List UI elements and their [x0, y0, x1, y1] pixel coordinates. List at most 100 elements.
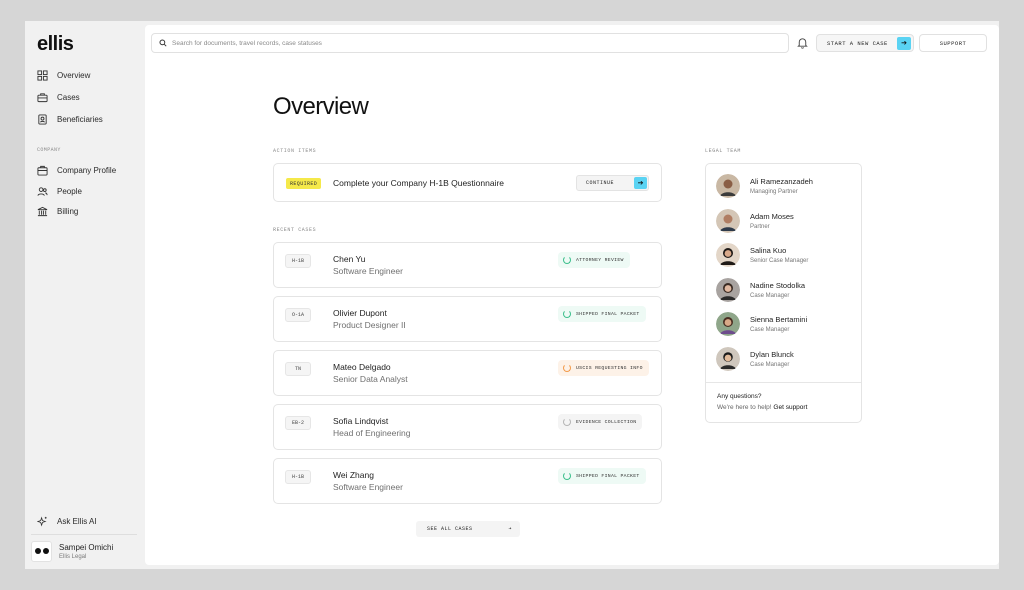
status-badge: ATTORNEY REVIEW: [558, 252, 630, 268]
bank-icon: [36, 205, 48, 217]
member-name: Nadine Stodolka: [750, 281, 806, 290]
divider: [706, 382, 861, 383]
section-label-recent-cases: RECENT CASES: [273, 227, 317, 233]
visa-type-badge: H-1B: [285, 254, 311, 268]
arrow-right-icon: ➔: [508, 526, 512, 532]
avatar: [31, 540, 52, 562]
avatar: [716, 347, 740, 371]
avatar: [716, 209, 740, 233]
app-window: ellis Overview Cases Beneficiaries COMPA…: [25, 21, 999, 569]
member-role: Case Manager: [750, 327, 790, 333]
visa-type-badge: EB-2: [285, 416, 311, 430]
avatar: [716, 278, 740, 302]
sidebar-item-people[interactable]: People: [36, 183, 82, 199]
team-member[interactable]: Salina Kuo Senior Case Manager: [716, 242, 808, 268]
grid-icon: [36, 69, 48, 81]
help-text: We're here to help! Get support: [717, 404, 808, 411]
case-role: Software Engineer: [333, 266, 403, 276]
status-badge: SHIPPED FINAL PACKET: [558, 306, 646, 322]
avatar: [716, 243, 740, 267]
member-role: Case Manager: [750, 293, 790, 299]
user-profile[interactable]: Sampei Omichi Ellis Legal: [31, 539, 141, 563]
page-title: Overview: [273, 93, 369, 120]
case-role: Head of Engineering: [333, 428, 411, 438]
sidebar-item-label: People: [57, 186, 82, 196]
required-badge: REQUIRED: [286, 178, 322, 189]
status-ring-icon: [563, 256, 571, 264]
bell-icon[interactable]: [796, 36, 809, 49]
member-name: Dylan Blunck: [750, 350, 794, 359]
member-role: Case Manager: [750, 362, 790, 368]
case-role: Senior Data Analyst: [333, 374, 408, 384]
visa-type-badge: TN: [285, 362, 311, 376]
status-ring-icon: [563, 364, 571, 372]
arrow-right-icon: ➔: [897, 36, 911, 50]
support-button[interactable]: SUPPORT: [919, 34, 987, 52]
sidebar-item-label: Beneficiaries: [57, 114, 103, 124]
user-org: Ellis Legal: [59, 553, 87, 560]
continue-button[interactable]: CONTINUE ➔: [576, 175, 649, 191]
search-input[interactable]: [172, 39, 772, 47]
sidebar-section-company: COMPANY: [37, 147, 61, 153]
sidebar-item-overview[interactable]: Overview: [36, 67, 90, 83]
search-icon: [159, 39, 167, 47]
member-role: Senior Case Manager: [750, 258, 809, 264]
status-badge: EVIDENCE COLLECTION: [558, 414, 643, 430]
case-name: Chen Yu: [333, 254, 366, 264]
case-card[interactable]: H-1B Chen Yu Software Engineer ATTORNEY …: [273, 242, 662, 288]
arrow-right-icon: ➔: [634, 177, 647, 189]
case-role: Software Engineer: [333, 482, 403, 492]
building-icon: [36, 164, 48, 176]
sparkle-icon: [36, 515, 48, 527]
member-name: Adam Moses: [750, 212, 794, 221]
status-badge: SHIPPED FINAL PACKET: [558, 468, 646, 484]
case-card[interactable]: O-1A Olivier Dupont Product Designer II …: [273, 296, 662, 342]
sidebar-item-company-profile[interactable]: Company Profile: [36, 162, 116, 178]
questions-heading: Any questions?: [717, 393, 762, 400]
section-label-action-items: ACTION ITEMS: [273, 148, 317, 154]
start-new-case-button[interactable]: START A NEW CASE ➔: [816, 34, 914, 52]
team-member[interactable]: Sienna Bertamini Case Manager: [716, 311, 807, 337]
see-all-cases-button[interactable]: SEE ALL CASES ➔: [416, 521, 520, 537]
team-member[interactable]: Nadine Stodolka Case Manager: [716, 277, 805, 303]
visa-type-badge: O-1A: [285, 308, 311, 322]
member-name: Salina Kuo: [750, 246, 787, 255]
id-badge-icon: [36, 113, 48, 125]
sidebar-divider: [31, 534, 137, 535]
case-card[interactable]: TN Mateo Delgado Senior Data Analyst USC…: [273, 350, 662, 396]
team-member[interactable]: Adam Moses Partner: [716, 208, 794, 234]
search-bar[interactable]: [151, 33, 789, 53]
status-ring-icon: [563, 418, 571, 426]
action-item-card[interactable]: REQUIRED Complete your Company H-1B Ques…: [273, 163, 662, 202]
briefcase-icon: [36, 91, 48, 103]
status-ring-icon: [563, 472, 571, 480]
sidebar-item-cases[interactable]: Cases: [36, 89, 80, 105]
sidebar-item-beneficiaries[interactable]: Beneficiaries: [36, 111, 103, 127]
case-name: Mateo Delgado: [333, 362, 391, 372]
ask-ai-button[interactable]: Ask Ellis AI: [36, 513, 97, 529]
get-support-link[interactable]: Get support: [773, 404, 807, 411]
sidebar-item-label: Overview: [57, 70, 91, 80]
case-card[interactable]: H-1B Wei Zhang Software Engineer SHIPPED…: [273, 458, 662, 504]
case-name: Wei Zhang: [333, 470, 374, 480]
visa-type-badge: H-1B: [285, 470, 311, 484]
team-member[interactable]: Dylan Blunck Case Manager: [716, 346, 794, 372]
sidebar-item-label: Billing: [57, 206, 79, 216]
member-name: Sienna Bertamini: [750, 315, 808, 324]
action-item-text: Complete your Company H-1B Questionnaire: [333, 178, 505, 188]
user-name: Sampei Omichi: [59, 542, 114, 552]
sidebar-item-label: Company Profile: [57, 165, 117, 175]
case-name: Olivier Dupont: [333, 308, 387, 318]
people-icon: [36, 185, 48, 197]
avatar: [716, 312, 740, 336]
case-card[interactable]: EB-2 Sofia Lindqvist Head of Engineering…: [273, 404, 662, 450]
section-label-legal-team: LEGAL TEAM: [705, 148, 742, 154]
member-name: Ali Ramezanzadeh: [750, 177, 813, 186]
sidebar-item-label: Cases: [57, 92, 80, 102]
app-logo[interactable]: ellis: [37, 33, 74, 56]
team-member[interactable]: Ali Ramezanzadeh Managing Partner: [716, 173, 813, 199]
status-ring-icon: [563, 310, 571, 318]
member-role: Managing Partner: [750, 189, 798, 195]
status-badge: USCIS REQUESTING INFO: [558, 360, 649, 376]
sidebar-item-billing[interactable]: Billing: [36, 203, 78, 219]
